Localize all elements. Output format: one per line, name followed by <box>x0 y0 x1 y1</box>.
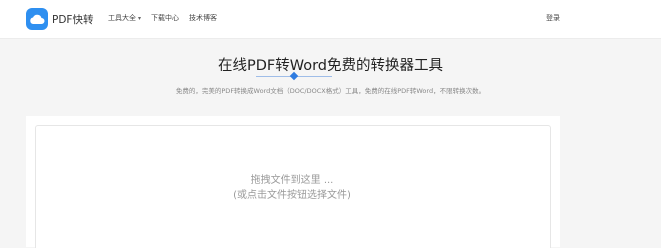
nav-item-label: 工具大全 <box>108 14 136 22</box>
page-title: 在线PDF转Word免费的转换器工具 <box>217 58 444 74</box>
drop-hint: 拖拽文件到这里 ... <box>250 175 334 186</box>
logo-text: PDF快转 <box>52 13 94 26</box>
nav-item-label: 下载中心 <box>151 14 180 22</box>
click-hint: (或点击文件按钮选择文件) <box>233 190 351 201</box>
top-navbar: PDF快转 工具大全 ▾ 下载中心 技术博客 登录 <box>0 0 661 39</box>
page-subtitle: 免费的，完美的PDF转换成Word文档（DOC/DOCX格式）工具，免费的在线P… <box>175 87 486 95</box>
logo[interactable]: PDF快转 <box>26 8 93 30</box>
caret-down-icon: ▾ <box>138 14 142 22</box>
login-link[interactable]: 登录 <box>546 13 560 23</box>
nav-item-label: 技术博客 <box>189 14 218 22</box>
nav-item-downloads[interactable]: 下载中心 <box>151 13 179 23</box>
nav-item-blog[interactable]: 技术博客 <box>189 13 217 23</box>
cloud-icon <box>26 8 48 30</box>
main-nav: 工具大全 ▾ 下载中心 技术博客 <box>108 13 217 23</box>
nav-item-tools[interactable]: 工具大全 ▾ <box>108 13 141 23</box>
